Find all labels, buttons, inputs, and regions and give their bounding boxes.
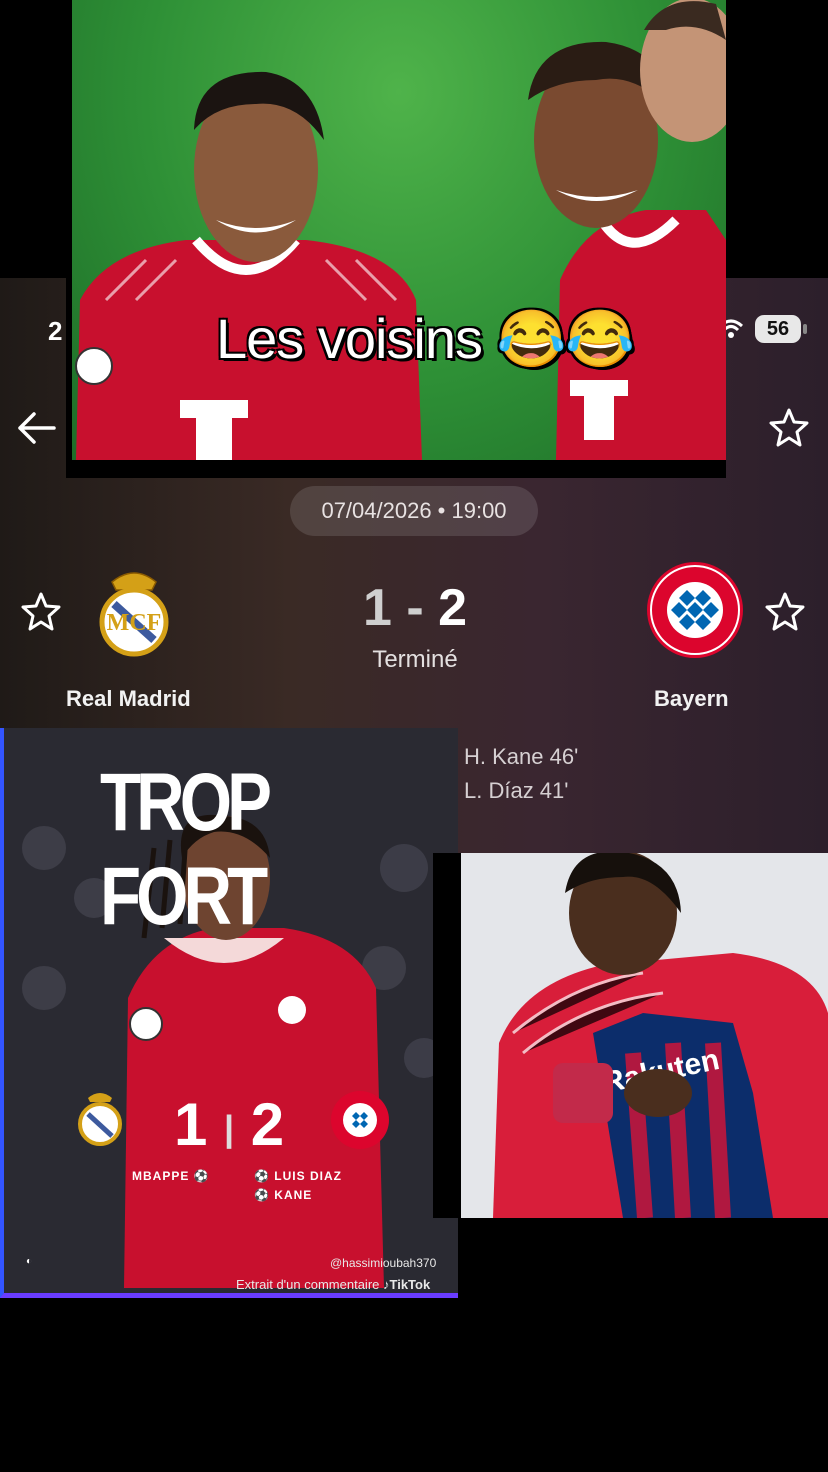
tiktok-handle: @hassimioubah370: [330, 1256, 437, 1270]
player-jersey-photo: Rakuten: [433, 853, 828, 1218]
poster-home-scorer: MBAPPE ⚽: [132, 1169, 210, 1183]
poster-away-scorer: ⚽ LUIS DIAZ: [254, 1169, 342, 1183]
tiktok-watermark: Extrait d'un commentaire ♪TikTok: [236, 1277, 430, 1292]
poster-real-madrid-crest-icon: [78, 1093, 122, 1146]
poster-away-score: 2: [250, 1091, 285, 1158]
favorite-match-star-icon[interactable]: [768, 406, 810, 448]
away-score: 2: [438, 579, 468, 637]
favorite-away-team-star-icon[interactable]: [764, 590, 806, 632]
player-jersey-illustration: Rakuten: [493, 853, 828, 1218]
poster-score: 1 | 2: [174, 1090, 284, 1159]
tiktok-label: TikTok: [389, 1277, 431, 1292]
away-team-name[interactable]: Bayern: [654, 686, 729, 712]
poster-score-divider: |: [224, 1108, 235, 1150]
battery-tip: [803, 324, 807, 334]
scorer-item: L. Díaz 41': [464, 778, 569, 803]
players-illustration: [75, 0, 726, 460]
match-score: 1 - 2: [345, 578, 485, 638]
favorite-home-team-star-icon[interactable]: [20, 590, 62, 632]
svg-text:MCF: MCF: [107, 610, 162, 636]
battery-indicator: 56: [755, 315, 801, 343]
extract-label: Extrait d'un commentaire: [236, 1277, 380, 1292]
bayern-crest-icon[interactable]: [645, 560, 745, 660]
home-score: 1: [362, 579, 392, 637]
poster-home-score: 1: [174, 1091, 208, 1158]
players-laughing-photo: Les voisins 😂😂: [66, 0, 726, 478]
poster-bayern-crest-icon: [331, 1091, 389, 1149]
home-team-name[interactable]: Real Madrid: [66, 686, 191, 712]
poster-away-scorer: ⚽ KANE: [254, 1188, 313, 1202]
status-bar-time: 2: [48, 316, 63, 346]
back-arrow-icon[interactable]: [14, 406, 60, 450]
real-madrid-crest-icon[interactable]: MCF: [84, 560, 184, 660]
match-datetime: 07/04/2026 • 19:00: [290, 486, 538, 536]
video-caption: Les voisins 😂😂: [216, 307, 635, 370]
match-result-poster: TROP FORT 1 | 2 MBAPPE ⚽ ⚽ LUIS DIAZ ⚽ K…: [0, 728, 458, 1298]
poster-title: TROP FORT: [100, 757, 271, 942]
match-status: Terminé: [372, 646, 458, 673]
scorer-item: H. Kane 46': [464, 744, 579, 769]
score-separator: -: [406, 579, 424, 637]
poster-brand-logo: ◐: [26, 1256, 33, 1267]
